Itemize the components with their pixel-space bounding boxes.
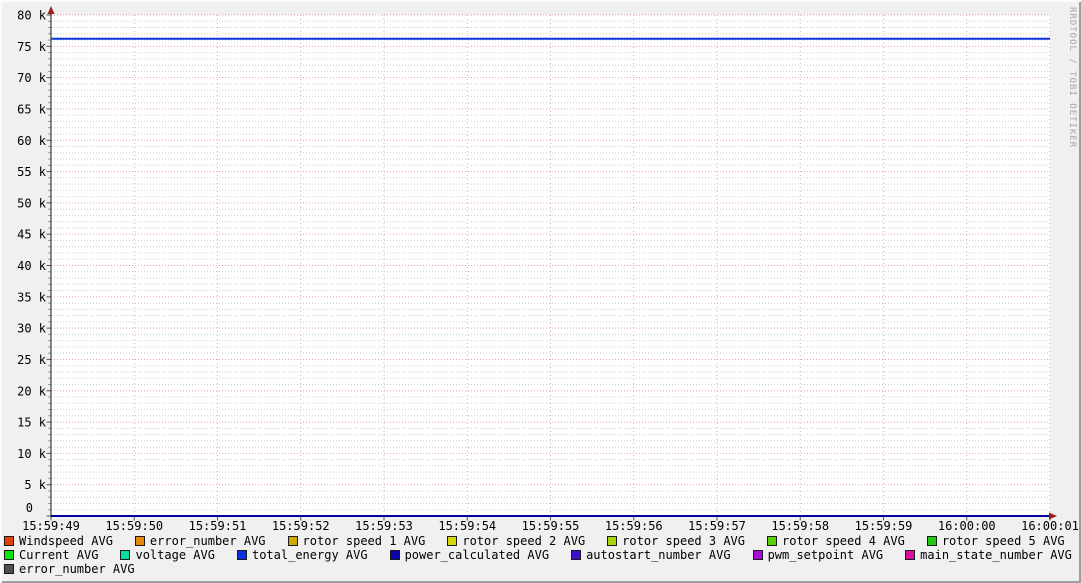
x-axis-label: 16:00:01 (1021, 519, 1079, 533)
x-axis-label: 15:59:55 (522, 519, 580, 533)
y-axis-label: 70 k (17, 71, 47, 85)
legend-swatch-icon (447, 536, 458, 546)
legend-label: rotor speed 1 AVG (302, 534, 426, 548)
y-axis-label: 35 k (17, 290, 47, 304)
legend: Windspeed AVG error_number AVG rotor speed… (4, 534, 1077, 576)
legend-item: power_calculated AVG (389, 548, 550, 562)
legend-row: Current AVG voltage AVG total_energy AVG po… (4, 548, 1077, 562)
legend-swatch-icon (905, 550, 916, 560)
legend-item: total_energy AVG (236, 548, 368, 562)
y-axis-label: 20 k (17, 384, 47, 398)
y-axis-label: 55 k (17, 165, 47, 179)
legend-label: Current AVG (19, 548, 99, 562)
y-axis-label: 80 k (17, 9, 47, 23)
legend-swatch-icon (926, 536, 937, 546)
legend-swatch-icon (607, 536, 618, 546)
y-axis-label: 15 k (17, 416, 47, 430)
legend-row: Windspeed AVG error_number AVG rotor speed… (4, 534, 1077, 548)
x-axis-label: 15:59:57 (688, 519, 746, 533)
legend-label: rotor speed 5 AVG (941, 534, 1065, 548)
legend-label: main_state_number AVG (920, 548, 1072, 562)
y-axis-label: 40 k (17, 259, 47, 273)
y-axis-label: 50 k (17, 196, 47, 210)
y-axis-label: 5 k (24, 478, 46, 492)
x-axis-label: 15:59:50 (105, 519, 163, 533)
legend-item: error_number AVG (134, 534, 266, 548)
y-axis-label: 10 k (17, 447, 47, 461)
legend-item: rotor speed 2 AVG (447, 534, 585, 548)
rrdtool-graph: 0 5 k 10 k 15 k 20 k 25 k 30 k 35 k 40 k 45 k 50 k… (0, 0, 1081, 583)
y-axis-label: 75 k (17, 40, 47, 54)
legend-label: rotor speed 2 AVG (462, 534, 586, 548)
legend-swatch-icon (287, 536, 298, 546)
x-axis-label: 15:59:52 (272, 519, 330, 533)
legend-item: main_state_number AVG (905, 548, 1072, 562)
chart-plot: 0 5 k 10 k 15 k 20 k 25 k 30 k 35 k 40 k 45 k 50 k… (17, 6, 1079, 533)
legend-swatch-icon (4, 564, 14, 574)
x-axis-label: 15:59:49 (22, 519, 80, 533)
y-axis-label: 25 k (17, 353, 47, 367)
legend-swatch-icon (752, 550, 763, 560)
legend-label: rotor speed 4 AVG (782, 534, 905, 548)
y-axis-label: 65 k (17, 102, 47, 116)
x-axis-label: 15:59:56 (605, 519, 663, 533)
legend-swatch-icon (134, 536, 145, 546)
watermark-text: RRDTOOL / TOBI OETIKER (1067, 7, 1077, 149)
legend-swatch-icon (767, 536, 777, 546)
legend-item: Current AVG (4, 548, 98, 562)
legend-item: rotor speed 5 AVG (926, 534, 1065, 548)
legend-swatch-icon (4, 536, 14, 546)
legend-label: rotor speed 3 AVG (622, 534, 745, 548)
legend-swatch-icon (4, 550, 14, 560)
legend-row: error_number AVG (4, 562, 1077, 576)
legend-item: rotor speed 4 AVG (767, 534, 905, 548)
legend-label: total_energy AVG (251, 548, 368, 562)
legend-item: voltage AVG (120, 548, 215, 562)
legend-item: Windspeed AVG (4, 534, 113, 548)
legend-item: rotor speed 3 AVG (607, 534, 745, 548)
legend-item: pwm_setpoint AVG (752, 548, 884, 562)
legend-label: Windspeed AVG (19, 534, 113, 548)
legend-label: error_number AVG (149, 534, 266, 548)
legend-label: pwm_setpoint AVG (767, 548, 884, 562)
legend-item: error_number AVG (4, 562, 135, 576)
y-axis-arrow-icon (47, 6, 55, 14)
legend-label: power_calculated AVG (404, 548, 550, 562)
legend-swatch-icon (236, 550, 247, 560)
legend-item: autostart_number AVG (571, 548, 731, 562)
legend-label: autostart_number AVG (586, 548, 731, 562)
x-axis-label: 15:59:59 (855, 519, 913, 533)
x-axis-label: 16:00:00 (938, 519, 996, 533)
y-axis-label: 45 k (17, 228, 47, 242)
x-axis-label: 15:59:53 (355, 519, 413, 533)
legend-swatch-icon (120, 550, 131, 560)
legend-swatch-icon (389, 550, 400, 560)
y-axis-label: 30 k (17, 322, 47, 336)
x-axis-label: 15:59:54 (438, 519, 496, 533)
legend-swatch-icon (571, 550, 582, 560)
x-axis-label: 15:59:58 (771, 519, 829, 533)
legend-item: rotor speed 1 AVG (287, 534, 426, 548)
x-axis-label: 15:59:51 (189, 519, 247, 533)
legend-label: error_number AVG (19, 562, 135, 576)
legend-label: voltage AVG (135, 548, 215, 562)
y-axis-label: 60 k (17, 134, 47, 148)
y-axis-label: 0 (26, 501, 33, 515)
